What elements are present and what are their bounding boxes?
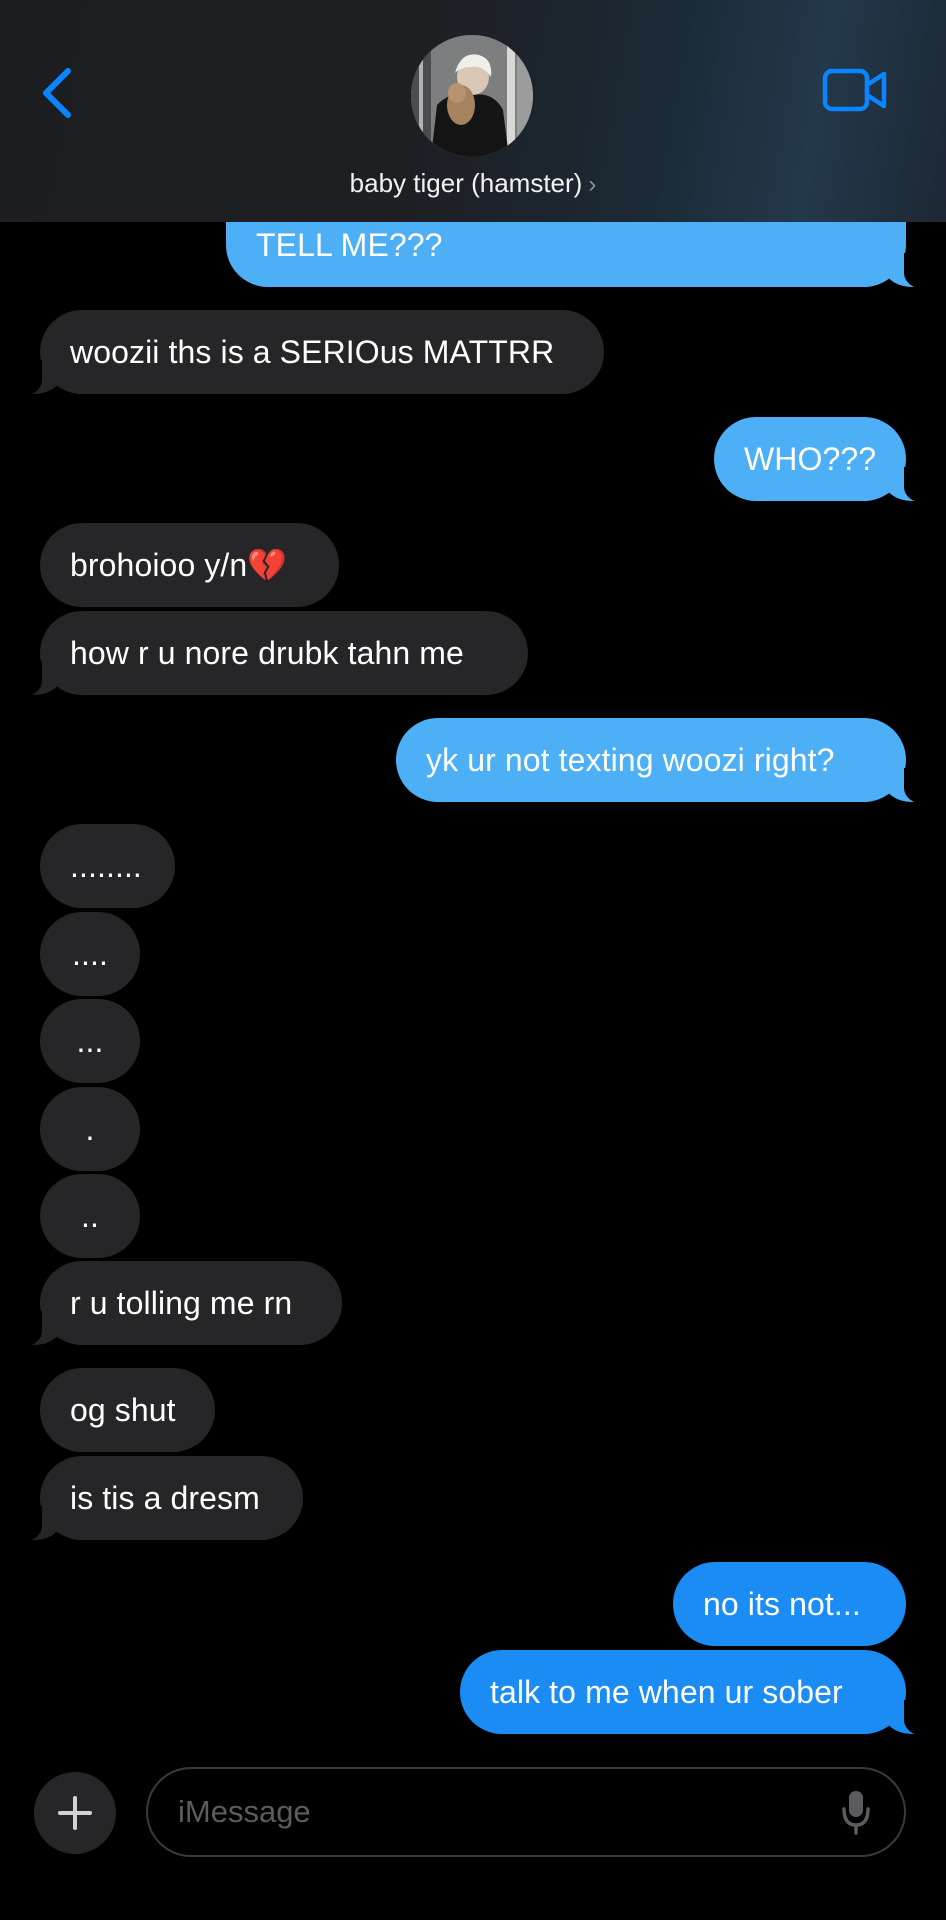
contact-avatar[interactable] [411, 35, 533, 157]
contact-name[interactable]: baby tiger (hamster) › [0, 168, 946, 199]
contact-name-label: baby tiger (hamster) [349, 168, 583, 198]
message-text: talk to me when ur sober [490, 1673, 843, 1710]
video-call-button[interactable] [818, 60, 892, 120]
microphone-icon [842, 1791, 870, 1835]
message-bubble-received[interactable]: how r u nore drubk tahn me [14, 611, 528, 697]
apps-plus-button[interactable] [34, 1772, 116, 1854]
message-bubble-received[interactable]: og shut [40, 1368, 215, 1452]
dictation-button[interactable] [836, 1786, 876, 1838]
contact-photo [411, 35, 533, 157]
message-bubble-sent[interactable]: yk ur not texting woozi right? [396, 718, 932, 804]
message-bubble-received[interactable]: . [40, 1087, 140, 1171]
message-input[interactable] [146, 1767, 906, 1857]
message-text: .. [81, 1197, 99, 1234]
message-text: no its not... [703, 1585, 861, 1622]
message-text: yk ur not texting woozi right? [426, 741, 835, 778]
message-text: ........ [70, 847, 142, 884]
message-bubble-sent[interactable]: talk to me when ur sober [460, 1650, 932, 1736]
message-bubble-received[interactable]: .... [40, 912, 140, 996]
message-text: og shut [70, 1391, 176, 1428]
message-text: how r u nore drubk tahn me [70, 634, 464, 671]
video-camera-icon [822, 68, 887, 112]
plus-icon [58, 1796, 92, 1830]
message-text: woozii ths is a SERIOus MATTRR [70, 333, 555, 370]
message-text: is tis a dresm [70, 1479, 260, 1516]
message-text: .... [72, 935, 108, 972]
chevron-right-icon: › [588, 171, 597, 198]
message-bubble-received[interactable]: r u tolling me rn [14, 1261, 342, 1347]
chevron-left-icon [43, 68, 71, 118]
message-text: . [85, 1110, 95, 1147]
message-bubble-received[interactable]: is tis a dresm [14, 1456, 303, 1542]
message-bubble-received[interactable]: ... [40, 999, 140, 1083]
message-composer [0, 1750, 946, 1920]
message-text: TELL ME??? [256, 226, 443, 263]
message-text: r u tolling me rn [70, 1284, 293, 1321]
message-bubble-received[interactable]: brohoioo y/n💔 [40, 523, 339, 607]
message-thread: TELL ME??? woozii ths is a SERIOus MATTR… [0, 0, 946, 1750]
message-bubble-sent[interactable]: WHO??? [714, 417, 932, 503]
message-bubble-received[interactable]: woozii ths is a SERIOus MATTRR [14, 310, 604, 396]
conversation-header: baby tiger (hamster) › [0, 0, 946, 222]
message-text: brohoioo y/n💔 [70, 547, 288, 583]
message-bubble-received[interactable]: .. [40, 1174, 140, 1258]
message-bubble-received[interactable]: ........ [40, 824, 175, 908]
back-button[interactable] [28, 58, 88, 128]
message-bubble-sent[interactable]: no its not... [673, 1562, 906, 1646]
message-text: ... [76, 1022, 104, 1059]
message-text: WHO??? [744, 440, 877, 477]
